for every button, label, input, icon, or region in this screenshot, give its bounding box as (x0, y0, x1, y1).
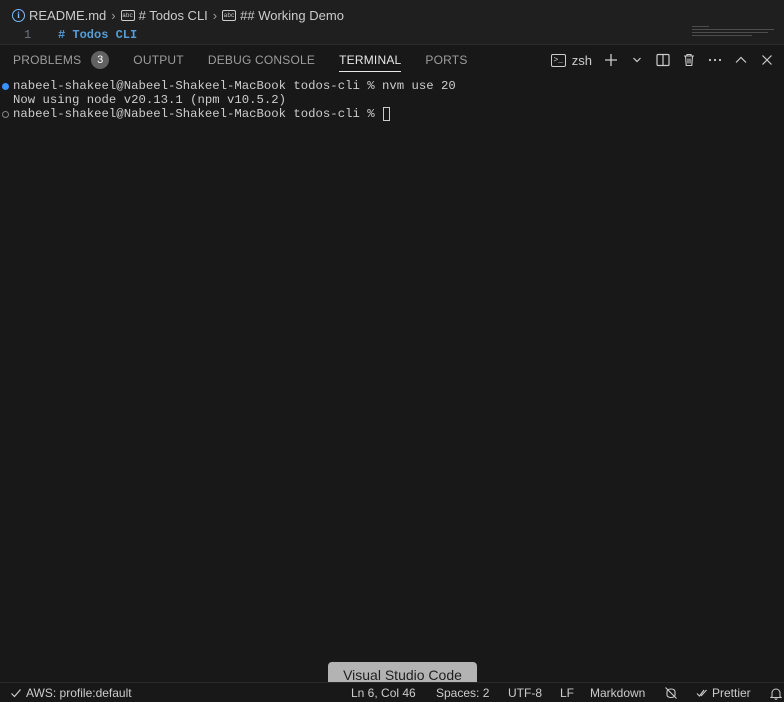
plus-icon (605, 54, 617, 66)
breadcrumb-heading1-label: # Todos CLI (138, 7, 208, 23)
more-actions-button[interactable] (704, 49, 726, 71)
breadcrumb-heading1[interactable]: abc # Todos CLI (120, 7, 208, 23)
new-terminal-button[interactable] (600, 49, 622, 71)
panel-actions: >_ zsh (550, 45, 778, 75)
status-bar: AWS: profile:default Ln 6, Col 46 Spaces… (0, 682, 784, 702)
breadcrumb: i README.md › abc # Todos CLI › abc ## W… (0, 0, 784, 30)
encoding-status[interactable]: UTF-8 (508, 683, 542, 702)
indentation-label: Spaces: 2 (436, 686, 490, 700)
problems-count-badge: 3 (91, 51, 110, 69)
trash-icon (684, 53, 694, 67)
prettier-status[interactable]: Prettier (696, 683, 751, 702)
check-icon (11, 689, 21, 698)
terminal-icon: >_ (550, 53, 566, 67)
info-icon: i (12, 8, 25, 22)
command-success-dot-icon[interactable] (2, 83, 9, 90)
aws-profile-label: AWS: profile:default (26, 686, 132, 700)
bottom-panel: PROBLEMS 3 OUTPUT DEBUG CONSOLE TERMINAL… (0, 44, 784, 682)
split-terminal-button[interactable] (652, 49, 674, 71)
notifications-status[interactable] (770, 683, 782, 702)
copilot-disabled-icon (665, 687, 677, 699)
minimap[interactable] (692, 26, 778, 38)
terminal-selector[interactable]: >_ zsh (550, 49, 592, 71)
breadcrumb-heading2[interactable]: abc ## Working Demo (222, 8, 344, 23)
tab-ports[interactable]: PORTS (425, 45, 467, 75)
split-icon (656, 53, 670, 67)
cursor-position-label: Ln 6, Col 46 (351, 686, 416, 700)
breadcrumb-heading2-label: ## Working Demo (240, 7, 344, 23)
launch-profile-button[interactable] (626, 49, 648, 71)
terminal-line: Now using node v20.13.1 (npm v10.5.2) (13, 93, 287, 107)
cursor-position-status[interactable]: Ln 6, Col 46 (351, 683, 416, 702)
chevron-right-icon: › (212, 7, 218, 23)
close-icon (762, 55, 772, 65)
command-pending-dot-icon[interactable] (2, 111, 9, 118)
tab-output[interactable]: OUTPUT (133, 45, 184, 75)
language-mode-status[interactable]: Markdown (590, 683, 645, 702)
terminal[interactable]: nabeel-shakeel@Nabeel-Shakeel-MacBook to… (0, 79, 784, 679)
copilot-status[interactable] (664, 683, 678, 702)
line-number: 1 (24, 28, 32, 42)
bell-icon (770, 688, 782, 700)
chevron-down-icon (633, 57, 641, 63)
breadcrumb-file[interactable]: i README.md (12, 8, 106, 23)
eol-status[interactable]: LF (560, 683, 574, 702)
double-check-icon (696, 689, 707, 697)
tab-terminal[interactable]: TERMINAL (339, 45, 402, 75)
string-symbol-icon: abc (222, 9, 237, 21)
terminal-line: nabeel-shakeel@Nabeel-Shakeel-MacBook to… (13, 79, 456, 93)
terminal-shell-label: zsh (571, 52, 592, 68)
aws-profile-status[interactable]: AWS: profile:default (10, 683, 132, 702)
chevron-right-icon: › (111, 7, 116, 23)
tab-output-label: OUTPUT (133, 53, 184, 67)
vscode-window: i README.md › abc # Todos CLI › abc ## W… (0, 0, 784, 702)
chevron-up-icon (735, 56, 747, 63)
ellipsis-icon (708, 58, 722, 62)
editor[interactable]: 1 # Todos CLI (0, 26, 784, 44)
maximize-panel-button[interactable] (730, 49, 752, 71)
encoding-label: UTF-8 (508, 686, 542, 700)
tab-debug-console[interactable]: DEBUG CONSOLE (208, 45, 315, 75)
breadcrumb-file-label: README.md (29, 7, 107, 23)
eol-label: LF (560, 686, 575, 700)
prettier-label: Prettier (712, 686, 751, 700)
terminal-prompt: nabeel-shakeel@Nabeel-Shakeel-MacBook to… (13, 107, 382, 121)
tab-debug-console-label: DEBUG CONSOLE (207, 53, 316, 67)
tab-problems[interactable]: PROBLEMS 3 (13, 45, 110, 75)
string-symbol-icon: abc (120, 9, 135, 21)
close-panel-button[interactable] (756, 49, 778, 71)
tab-ports-label: PORTS (425, 53, 468, 67)
indentation-status[interactable]: Spaces: 2 (436, 683, 489, 702)
kill-terminal-button[interactable] (678, 49, 700, 71)
terminal-cursor (382, 107, 390, 121)
terminal-prompt-line: nabeel-shakeel@Nabeel-Shakeel-MacBook to… (13, 107, 390, 121)
tab-terminal-label: TERMINAL (339, 53, 402, 67)
language-mode-label: Markdown (590, 686, 646, 700)
editor-line[interactable]: # Todos CLI (58, 28, 137, 42)
tab-problems-label: PROBLEMS (13, 53, 82, 67)
